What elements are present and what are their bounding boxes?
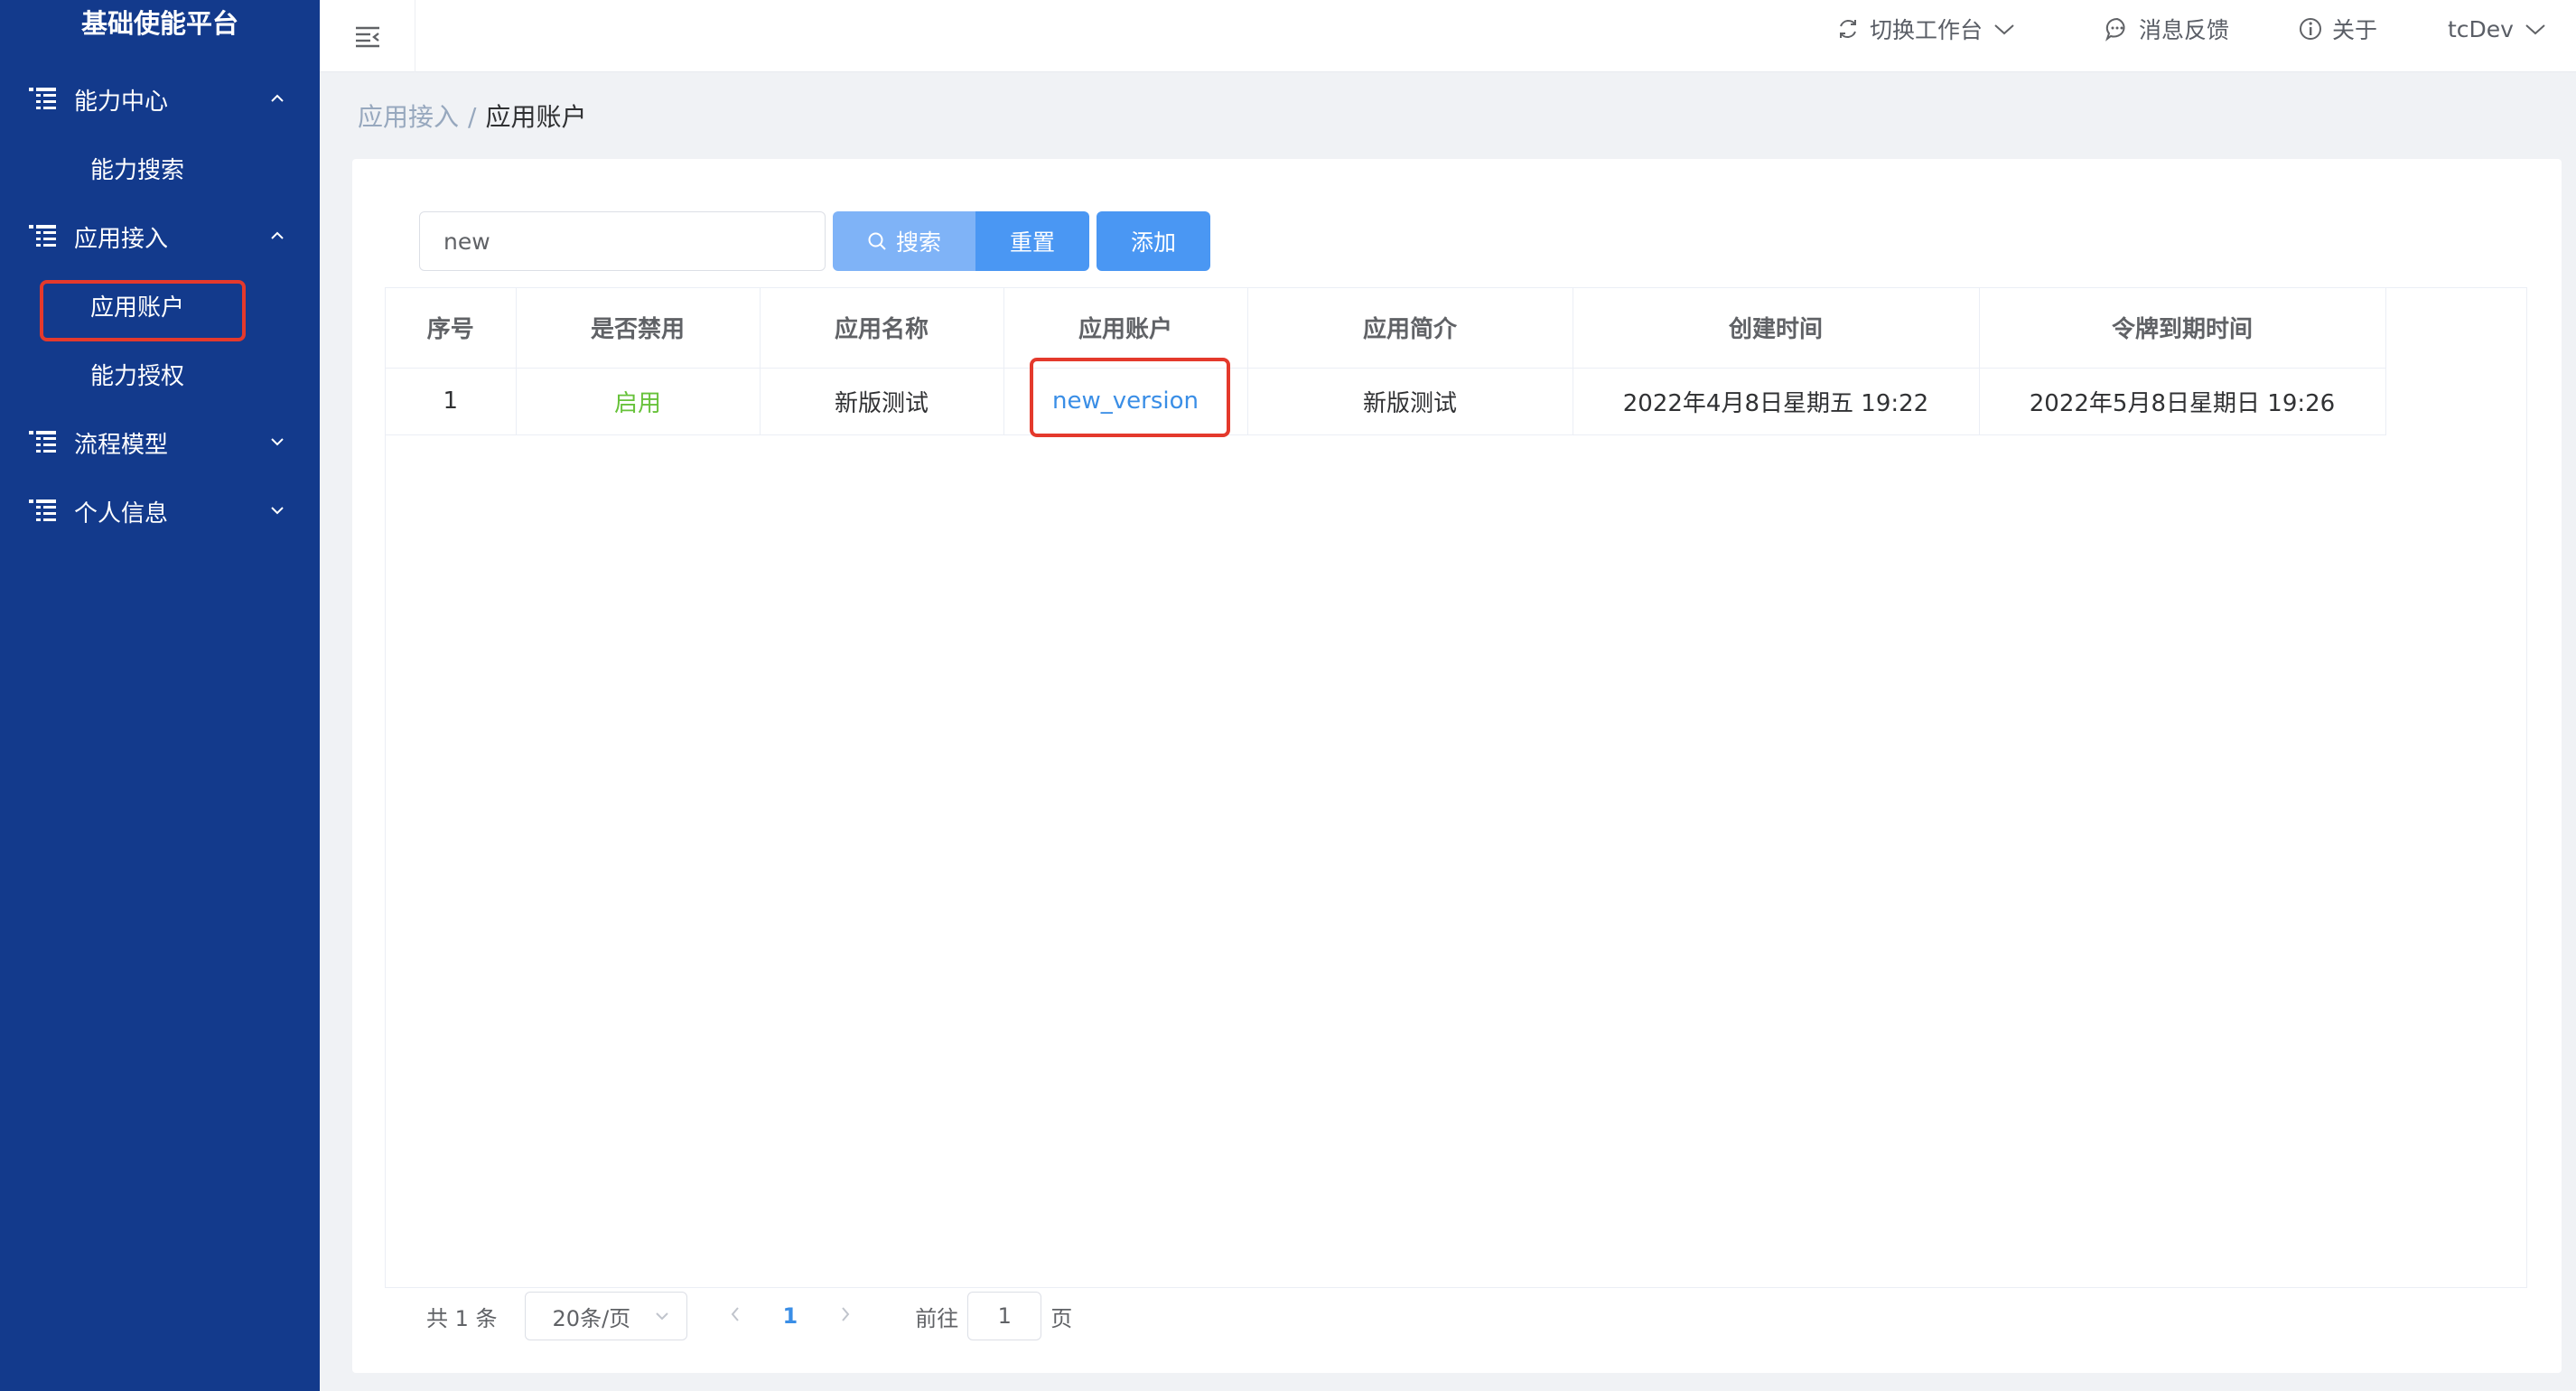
highlight-box — [1029, 357, 1230, 437]
sidebar-group-label: 应用接入 — [74, 225, 169, 253]
cell-app-account[interactable]: new_version — [1003, 357, 1248, 437]
sidebar-group-personal-info[interactable]: 个人信息 — [0, 477, 320, 546]
user-menu-dropdown[interactable]: tcDev — [2448, 0, 2555, 58]
chevron-down-icon — [2525, 24, 2545, 35]
sidebar-group-label: 个人信息 — [74, 499, 169, 527]
sidebar-group-label: 流程模型 — [74, 431, 169, 459]
menu-list-icon — [29, 431, 56, 453]
table-header-row: 序号 是否禁用 应用名称 应用账户 应用简介 创建时间 令牌到期时间 — [386, 288, 2386, 369]
sidebar-group-label: 能力中心 — [74, 88, 169, 116]
sidebar-item-capability-auth[interactable]: 能力授权 — [0, 340, 320, 408]
page-size-select[interactable]: 20条/页 — [524, 1292, 687, 1340]
search-button-label: 搜索 — [895, 229, 941, 256]
cell-created-time: 2022年4月8日星期五 19:22 — [1573, 368, 1980, 435]
page-size-value: 20条/页 — [552, 1305, 631, 1331]
chevron-down-icon — [1994, 24, 2014, 35]
column-header: 应用简介 — [1247, 288, 1573, 369]
sidebar-menu: 能力中心 能力搜索 应用接入 应用账户 能力授权 流程模型 个人信息 — [0, 65, 320, 546]
search-button[interactable]: 搜索 — [833, 211, 975, 271]
accounts-table: 序号 是否禁用 应用名称 应用账户 应用简介 创建时间 令牌到期时间 1 启用 … — [385, 287, 2527, 1288]
breadcrumb: 应用接入 / 应用账户 — [358, 98, 586, 134]
column-header: 应用账户 — [1003, 288, 1248, 369]
page-number-current[interactable]: 1 — [783, 1303, 798, 1329]
feedback-link[interactable]: 消息反馈 — [2105, 0, 2229, 58]
chevron-up-icon — [271, 231, 284, 239]
cell-app-name: 新版测试 — [760, 368, 1004, 435]
menu-list-icon — [29, 88, 56, 109]
switch-workspace-label: 切换工作台 — [1870, 17, 1983, 43]
goto-page-input[interactable] — [967, 1292, 1042, 1340]
app-title: 基础使能平台 — [80, 8, 238, 39]
sidebar-item-app-account[interactable]: 应用账户 — [0, 271, 320, 341]
top-header: 切换工作台 消息反馈 关于 tcDev — [320, 0, 2576, 72]
prev-page-button[interactable] — [729, 1302, 742, 1330]
cell-app-desc: 新版测试 — [1247, 368, 1573, 435]
chat-bubble-icon — [2105, 17, 2125, 42]
chevron-left-icon — [731, 1307, 739, 1321]
feedback-label: 消息反馈 — [2139, 17, 2230, 43]
goto-suffix: 页 — [1050, 1305, 1073, 1331]
switch-workspace-dropdown[interactable]: 切换工作台 — [1835, 0, 2024, 58]
cell-status: 启用 — [516, 368, 761, 435]
reset-button[interactable]: 重置 — [975, 211, 1089, 271]
pagination-total: 共 1 条 — [426, 1305, 498, 1331]
column-header: 令牌到期时间 — [1979, 288, 2386, 369]
username: tcDev — [2448, 15, 2514, 42]
breadcrumb-separator: / — [468, 102, 477, 132]
pagination: 共 1 条 20条/页 1 前往 页 — [426, 1292, 1072, 1340]
cell-token-expiry: 2022年5月8日星期日 19:26 — [1979, 368, 2386, 435]
collapse-menu-icon — [355, 26, 379, 48]
search-input[interactable] — [419, 211, 826, 271]
sidebar-group-process-model[interactable]: 流程模型 — [0, 408, 320, 477]
table-row: 1 启用 新版测试 new_version 新版测试 2022年4月8日星期五 … — [386, 357, 2386, 437]
content-card: 搜索 重置 添加 序号 是否禁用 应用名称 应用账户 应用简介 创建时间 令牌到… — [352, 159, 2562, 1373]
column-header: 是否禁用 — [516, 288, 761, 369]
about-label: 关于 — [2332, 17, 2378, 43]
menu-list-icon — [29, 499, 56, 521]
info-icon — [2300, 18, 2321, 40]
sidebar-group-capability-center[interactable]: 能力中心 — [0, 65, 320, 134]
sidebar-toggle-button[interactable] — [320, 0, 415, 72]
sidebar-group-app-access[interactable]: 应用接入 — [0, 202, 320, 271]
menu-list-icon — [29, 225, 56, 247]
about-link[interactable]: 关于 — [2298, 0, 2377, 58]
refresh-icon — [1840, 20, 1856, 38]
sidebar-item-capability-search[interactable]: 能力搜索 — [0, 134, 320, 202]
sidebar: 基础使能平台 能力中心 能力搜索 应用接入 应用账户 能力授权 流程模型 个人信… — [0, 0, 320, 1391]
column-header: 序号 — [386, 288, 517, 369]
column-header: 创建时间 — [1573, 288, 1980, 369]
chevron-right-icon — [842, 1307, 850, 1321]
chevron-up-icon — [271, 94, 284, 102]
column-header: 应用名称 — [760, 288, 1004, 369]
next-page-button[interactable] — [839, 1302, 852, 1330]
breadcrumb-parent[interactable]: 应用接入 — [358, 102, 459, 132]
sidebar-item-label: 能力授权 — [90, 362, 185, 390]
sidebar-item-label: 应用账户 — [90, 294, 185, 322]
chevron-down-icon — [271, 507, 284, 515]
cell-index: 1 — [386, 368, 517, 435]
goto-prefix: 前往 — [915, 1305, 959, 1331]
sidebar-item-label: 能力搜索 — [90, 156, 185, 184]
add-button[interactable]: 添加 — [1097, 211, 1210, 271]
chevron-down-icon — [271, 438, 284, 446]
breadcrumb-current: 应用账户 — [485, 102, 587, 132]
chevron-down-icon — [655, 1312, 668, 1321]
search-icon — [868, 232, 886, 250]
